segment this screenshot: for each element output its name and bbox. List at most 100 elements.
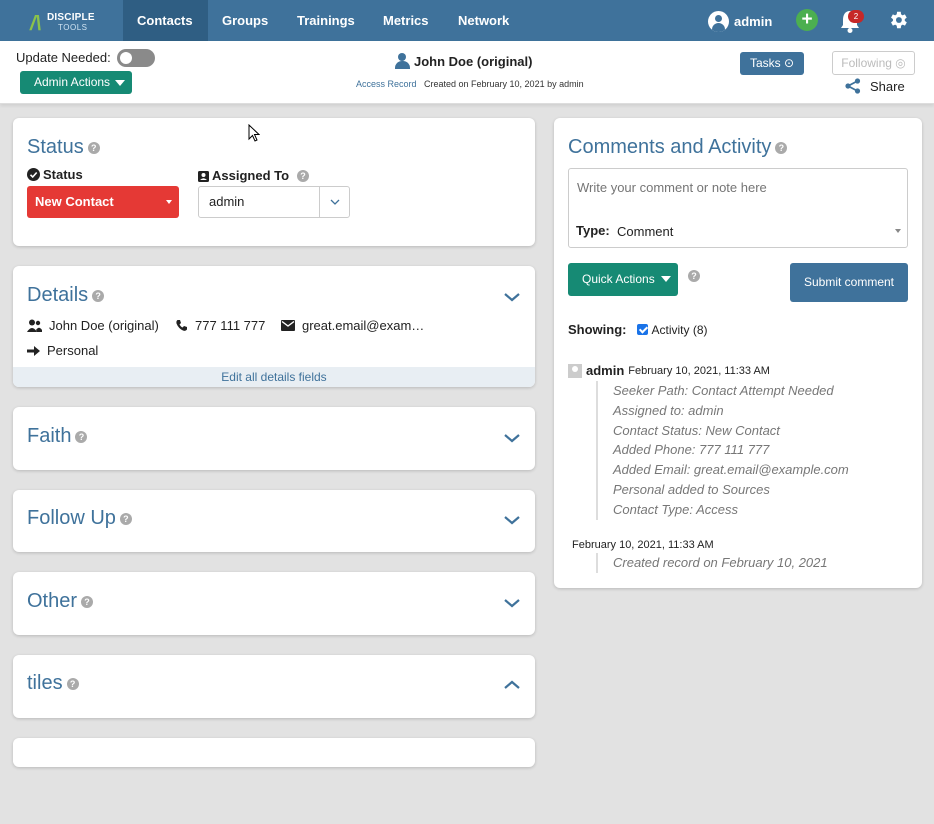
quick-actions-label: Quick Actions <box>582 272 655 286</box>
chevron-up-icon[interactable] <box>503 679 521 691</box>
activity-filter: Showing: Activity (8) <box>568 322 708 337</box>
user-avatar-icon <box>708 10 729 32</box>
tiles-title-text: tiles <box>27 672 63 694</box>
comment-box: Type: Comment <box>568 168 908 248</box>
tiles-title[interactable]: tiles ? <box>27 672 79 695</box>
comment-type-label: Type: <box>576 223 610 238</box>
activity-item: Contact Type: Access <box>613 501 738 517</box>
activity-item: Added Phone: 777 111 777 <box>613 442 770 458</box>
faith-title[interactable]: Faith ? <box>27 425 88 448</box>
phone-icon <box>176 320 187 331</box>
details-title[interactable]: Details ? <box>27 284 105 307</box>
mouse-cursor-icon <box>248 124 260 142</box>
activity-item: Created record on February 10, 2021 <box>613 555 828 570</box>
people-icon <box>27 319 42 332</box>
detail-name-text: John Doe (original) <box>49 318 159 333</box>
follow-up-title[interactable]: Follow Up ? <box>27 507 132 530</box>
update-needed-toggle[interactable] <box>117 49 155 67</box>
activity-header: admin February 10, 2021, 11:33 AM <box>568 363 770 378</box>
caret-down-icon <box>166 200 172 204</box>
detail-phone: 777 111 777 <box>175 318 265 333</box>
assigned-to-label: Assigned To ? <box>198 168 310 183</box>
chevron-down-icon[interactable] <box>329 198 341 206</box>
disciple-tools-logo[interactable]: /\ DISCIPLE TOOLS <box>30 9 98 35</box>
nav-trainings[interactable]: Trainings <box>283 0 369 41</box>
activity-filter-label: Activity (8) <box>651 322 708 337</box>
caret-down-icon <box>661 276 671 282</box>
divider <box>319 187 320 217</box>
activity-item: Contact Status: New Contact <box>613 422 780 438</box>
help-icon[interactable]: ? <box>119 512 132 525</box>
quick-actions-button[interactable]: Quick Actions <box>568 263 678 296</box>
id-badge-icon <box>198 170 209 182</box>
activity-date: February 10, 2021, 11:33 AM <box>628 364 770 377</box>
check-badge-icon <box>27 168 40 181</box>
detail-name: John Doe (original) <box>27 318 159 333</box>
empty-tile-card <box>13 738 535 767</box>
faith-title-text: Faith <box>27 425 72 447</box>
detail-type-text: Personal <box>47 343 99 358</box>
edit-all-details-link[interactable]: Edit all details fields <box>13 367 535 387</box>
logo-text-top: DISCIPLE <box>47 12 95 23</box>
caret-down-icon <box>115 80 125 86</box>
access-record-link[interactable]: Access Record <box>356 79 417 89</box>
help-icon[interactable]: ? <box>75 430 88 443</box>
status-value: New Contact <box>35 194 114 209</box>
notification-count-badge: 2 <box>848 10 864 23</box>
nav-groups[interactable]: Groups <box>208 0 282 41</box>
help-icon[interactable]: ? <box>66 677 79 690</box>
other-title[interactable]: Other ? <box>27 590 94 613</box>
nav-network[interactable]: Network <box>444 0 523 41</box>
add-new-icon[interactable]: + <box>796 9 818 31</box>
activity-list: Created record on February 10, 2021 <box>596 553 828 573</box>
activity-header: February 10, 2021, 11:33 AM <box>572 539 714 551</box>
comment-type-select[interactable]: Comment <box>617 224 673 239</box>
tasks-button[interactable]: Tasks ⊙ <box>740 52 804 75</box>
person-icon <box>395 53 410 69</box>
activity-item: Seeker Path: Contact Attempt Needed <box>613 383 834 398</box>
detail-email: great.email@exam… <box>281 318 424 333</box>
showing-label: Showing: <box>568 322 627 337</box>
status-label-text: Status <box>43 167 83 182</box>
details-title-text: Details <box>27 284 89 306</box>
user-avatar-icon <box>568 363 582 378</box>
chevron-down-icon[interactable] <box>503 514 521 526</box>
help-icon[interactable]: ? <box>297 169 310 182</box>
chevron-down-icon[interactable] <box>503 291 521 303</box>
admin-actions-label: Admin Actions <box>34 75 111 89</box>
help-icon[interactable]: ? <box>775 141 788 154</box>
activity-checkbox[interactable] <box>636 324 648 335</box>
comments-title-text: Comments and Activity <box>568 136 772 158</box>
settings-gear-icon[interactable] <box>887 9 909 31</box>
following-button[interactable]: Following ◎ <box>832 51 915 75</box>
nav-metrics[interactable]: Metrics <box>369 0 443 41</box>
created-on-text: Created on February 10, 2021 by admin <box>424 79 584 89</box>
detail-email-text: great.email@exam… <box>302 318 425 333</box>
chevron-down-icon[interactable] <box>503 597 521 609</box>
activity-item: Personal added to Sources <box>613 481 770 497</box>
envelope-icon <box>281 320 295 331</box>
update-needed-label: Update Needed: <box>16 50 111 65</box>
status-field-label: Status <box>27 167 83 182</box>
assigned-to-typeahead[interactable]: admin <box>198 186 350 218</box>
contact-name: John Doe (original) <box>414 53 533 69</box>
help-icon[interactable]: ? <box>87 141 100 154</box>
admin-actions-button[interactable]: Admin Actions <box>20 71 132 94</box>
user-menu[interactable]: admin <box>708 10 772 32</box>
activity-user: admin <box>586 363 625 378</box>
chevron-down-icon[interactable] <box>503 432 521 444</box>
comment-textarea[interactable] <box>577 180 897 195</box>
status-title-text: Status <box>27 136 84 158</box>
share-button[interactable]: Share <box>845 78 905 94</box>
nav-contacts[interactable]: Contacts <box>123 0 208 41</box>
caret-down-icon <box>895 229 901 233</box>
faith-card: Faith ? <box>13 407 535 470</box>
help-icon[interactable]: ? <box>92 289 105 302</box>
other-card: Other ? <box>13 572 535 635</box>
status-select[interactable]: New Contact <box>27 186 179 218</box>
user-name: admin <box>734 13 773 29</box>
help-icon[interactable]: ? <box>688 270 700 282</box>
help-icon[interactable]: ? <box>81 595 94 608</box>
activity-item: Assigned to: admin <box>613 402 724 418</box>
submit-comment-button[interactable]: Submit comment <box>790 263 908 302</box>
